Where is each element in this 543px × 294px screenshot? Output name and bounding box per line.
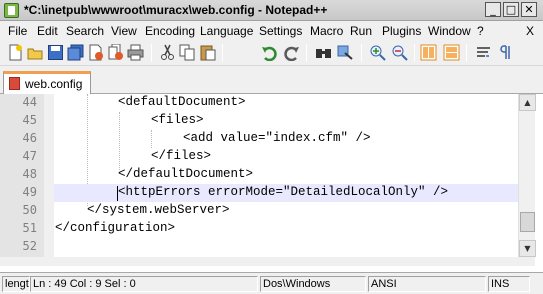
unsaved-file-icon: [9, 77, 20, 90]
code-text: <defaultDocument>: [118, 95, 246, 109]
replace-icon[interactable]: [337, 44, 354, 61]
menu-run[interactable]: Run: [350, 24, 372, 38]
sync-horizontal-icon[interactable]: [443, 44, 460, 61]
toolbar: [0, 40, 543, 66]
code-text: <httpErrors errorMode="DetailedLocalOnly…: [118, 185, 449, 199]
toolbar-separator: [361, 44, 362, 62]
code-text: <add value="index.cfm" />: [183, 131, 371, 145]
toolbar-separator: [466, 44, 467, 62]
line-number: 46: [22, 131, 37, 145]
print-icon[interactable]: [127, 44, 144, 61]
show-all-chars-icon[interactable]: [497, 44, 514, 61]
code-line: 50 </system.webServer>: [0, 202, 518, 220]
tab-web-config[interactable]: web.config: [3, 71, 91, 94]
code-line: 46 <add value="index.cfm" />: [0, 130, 518, 148]
copy-icon[interactable]: [179, 44, 196, 61]
toolbar-separator: [151, 44, 152, 62]
line-number: 44: [22, 95, 37, 109]
line-number: 49: [22, 185, 37, 199]
status-length: lengt: [2, 276, 30, 292]
code-line: 48 </defaultDocument>: [0, 166, 518, 184]
cut-icon[interactable]: [159, 44, 176, 61]
save-icon[interactable]: [47, 44, 64, 61]
line-number: 52: [22, 239, 37, 253]
status-insert-mode: INS: [488, 276, 530, 292]
code-text: </files>: [151, 149, 212, 163]
close-all-icon[interactable]: [107, 44, 124, 61]
notepadpp-app-icon[interactable]: [4, 3, 19, 18]
sync-vertical-icon[interactable]: [420, 44, 437, 61]
status-bar: lengt Ln : 49 Col : 9 Sel : 0 Dos\Window…: [0, 272, 543, 294]
new-file-icon[interactable]: [7, 44, 24, 61]
close-window-button[interactable]: ✕: [521, 2, 537, 17]
zoom-in-icon[interactable]: [369, 44, 386, 61]
menu-plugins[interactable]: Plugins: [382, 24, 421, 38]
menu-search[interactable]: Search: [66, 24, 104, 38]
code-line: 44 <defaultDocument>: [0, 94, 518, 112]
toolbar-separator: [222, 44, 223, 62]
line-number: 47: [22, 149, 37, 163]
editor[interactable]: 44 <defaultDocument> 45 <files> 46 <add …: [0, 94, 543, 271]
menu-bar: File Edit Search View Encoding Language …: [0, 21, 543, 40]
line-number: 45: [22, 113, 37, 127]
menu-encoding[interactable]: Encoding: [145, 24, 195, 38]
redo-icon[interactable]: [283, 44, 300, 61]
maximize-button[interactable]: □: [503, 2, 519, 17]
menu-file[interactable]: File: [8, 24, 27, 38]
find-icon[interactable]: [315, 44, 332, 61]
line-number: 48: [22, 167, 37, 181]
toolbar-separator: [414, 44, 415, 62]
code-line: 51 </configuration>: [0, 220, 518, 238]
text-caret: [117, 186, 118, 201]
code-line-current: 49 <httpErrors errorMode="DetailedLocalO…: [0, 184, 518, 202]
code-text: </system.webServer>: [87, 203, 230, 217]
save-all-icon[interactable]: [67, 44, 84, 61]
menu-window[interactable]: Window: [428, 24, 471, 38]
line-number: 51: [22, 221, 37, 235]
minimize-button[interactable]: _: [485, 2, 501, 17]
code-line: 47 </files>: [0, 148, 518, 166]
title-bar: *C:\inetpub\wwwroot\muracx\web.config - …: [0, 0, 543, 21]
window-title: *C:\inetpub\wwwroot\muracx\web.config - …: [24, 3, 328, 17]
zoom-out-icon[interactable]: [391, 44, 408, 61]
menu-settings[interactable]: Settings: [259, 24, 302, 38]
status-position: Ln : 49 Col : 9 Sel : 0: [30, 276, 258, 292]
code-line: 52: [0, 238, 518, 256]
scroll-up-arrow-icon[interactable]: ▲: [519, 94, 536, 111]
menu-view[interactable]: View: [111, 24, 137, 38]
menu-language[interactable]: Language: [200, 24, 253, 38]
horizontal-scrollbar[interactable]: [0, 257, 535, 266]
tab-label: web.config: [25, 77, 83, 91]
menu-help[interactable]: ?: [477, 24, 484, 38]
code-text: <files>: [151, 113, 204, 127]
word-wrap-icon[interactable]: [475, 44, 492, 61]
toolbar-separator: [306, 44, 307, 62]
code-text: </defaultDocument>: [118, 167, 254, 181]
menu-edit[interactable]: Edit: [37, 24, 58, 38]
menu-macro[interactable]: Macro: [310, 24, 343, 38]
status-eol-format: Dos\Windows: [260, 276, 366, 292]
line-number: 50: [22, 203, 37, 217]
code-line: 45 <files>: [0, 112, 518, 130]
undo-icon[interactable]: [261, 44, 278, 61]
tab-bar: web.config: [0, 66, 543, 94]
scroll-down-arrow-icon[interactable]: ▼: [519, 240, 536, 257]
open-file-icon[interactable]: [27, 44, 44, 61]
close-icon[interactable]: [87, 44, 104, 61]
vertical-scrollbar[interactable]: ▲ ▼: [518, 94, 536, 257]
paste-icon[interactable]: [199, 44, 216, 61]
scrollbar-thumb[interactable]: [520, 212, 535, 232]
status-encoding: ANSI: [368, 276, 486, 292]
close-document-button[interactable]: X: [526, 24, 534, 38]
code-text: </configuration>: [55, 221, 176, 235]
